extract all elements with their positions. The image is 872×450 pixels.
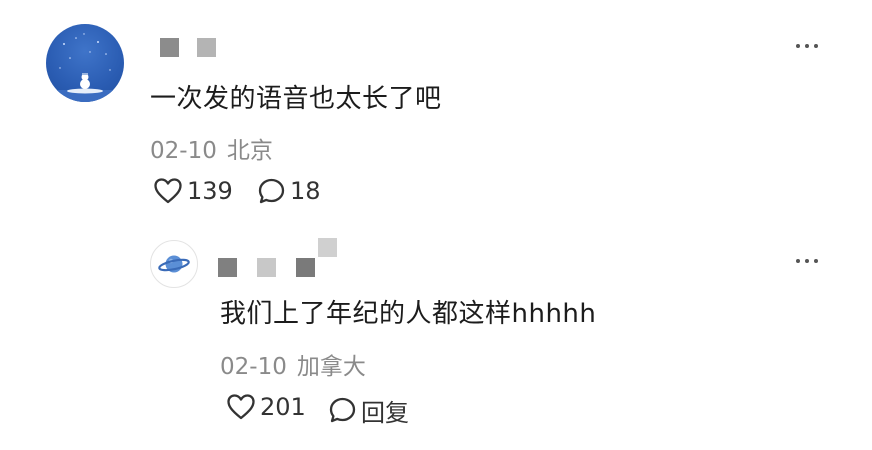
comment-date: 02-10 (150, 138, 217, 164)
username-pixel (160, 38, 179, 57)
heart-outline-icon (227, 394, 255, 420)
reply-count-button[interactable]: 18 (258, 177, 321, 205)
more-options-button[interactable] (790, 38, 824, 54)
like-count: 139 (187, 177, 233, 205)
username-pixel (318, 238, 337, 257)
username-pixel (218, 258, 237, 277)
user-avatar[interactable] (46, 24, 124, 102)
comment-location: 北京 (226, 138, 273, 164)
reply-button[interactable]: 回复 (329, 393, 409, 428)
speech-bubble-icon (329, 397, 356, 423)
more-dots-icon (814, 259, 818, 263)
reply-date: 02-10 (220, 354, 287, 380)
reply-like-button[interactable]: 201 (227, 393, 306, 421)
username-pixel (296, 258, 315, 277)
reply-more-options-button[interactable] (790, 253, 824, 269)
planet-avatar (158, 255, 190, 273)
heart-outline-icon (154, 178, 182, 204)
reply-username-masked[interactable] (218, 258, 315, 277)
more-dots-icon (796, 259, 800, 263)
more-dots-icon (805, 259, 809, 263)
reply-meta: 02-10 加拿大 (220, 347, 366, 381)
more-dots-icon (796, 44, 800, 48)
speech-bubble-icon (258, 178, 285, 203)
night-sky-snowman-avatar (46, 33, 124, 102)
reply-user-avatar[interactable] (150, 240, 198, 288)
username-pixel (257, 258, 276, 277)
like-button[interactable]: 139 (154, 177, 233, 205)
reply-label: 回复 (361, 399, 409, 427)
reply-location: 加拿大 (296, 354, 366, 380)
reply-count: 18 (290, 177, 321, 205)
comment-thread: 一次发的语音也太长了吧 02-10 北京 139 18 我们上了年纪的人都这样h… (0, 0, 872, 450)
username-pixel (197, 38, 216, 57)
reply-text: 我们上了年纪的人都这样hhhhh (220, 299, 597, 329)
reply-like-count: 201 (260, 393, 306, 421)
comment-meta: 02-10 北京 (150, 131, 273, 165)
comment-text: 一次发的语音也太长了吧 (150, 84, 442, 114)
more-dots-icon (814, 44, 818, 48)
more-dots-icon (805, 44, 809, 48)
username-masked[interactable] (160, 38, 216, 57)
